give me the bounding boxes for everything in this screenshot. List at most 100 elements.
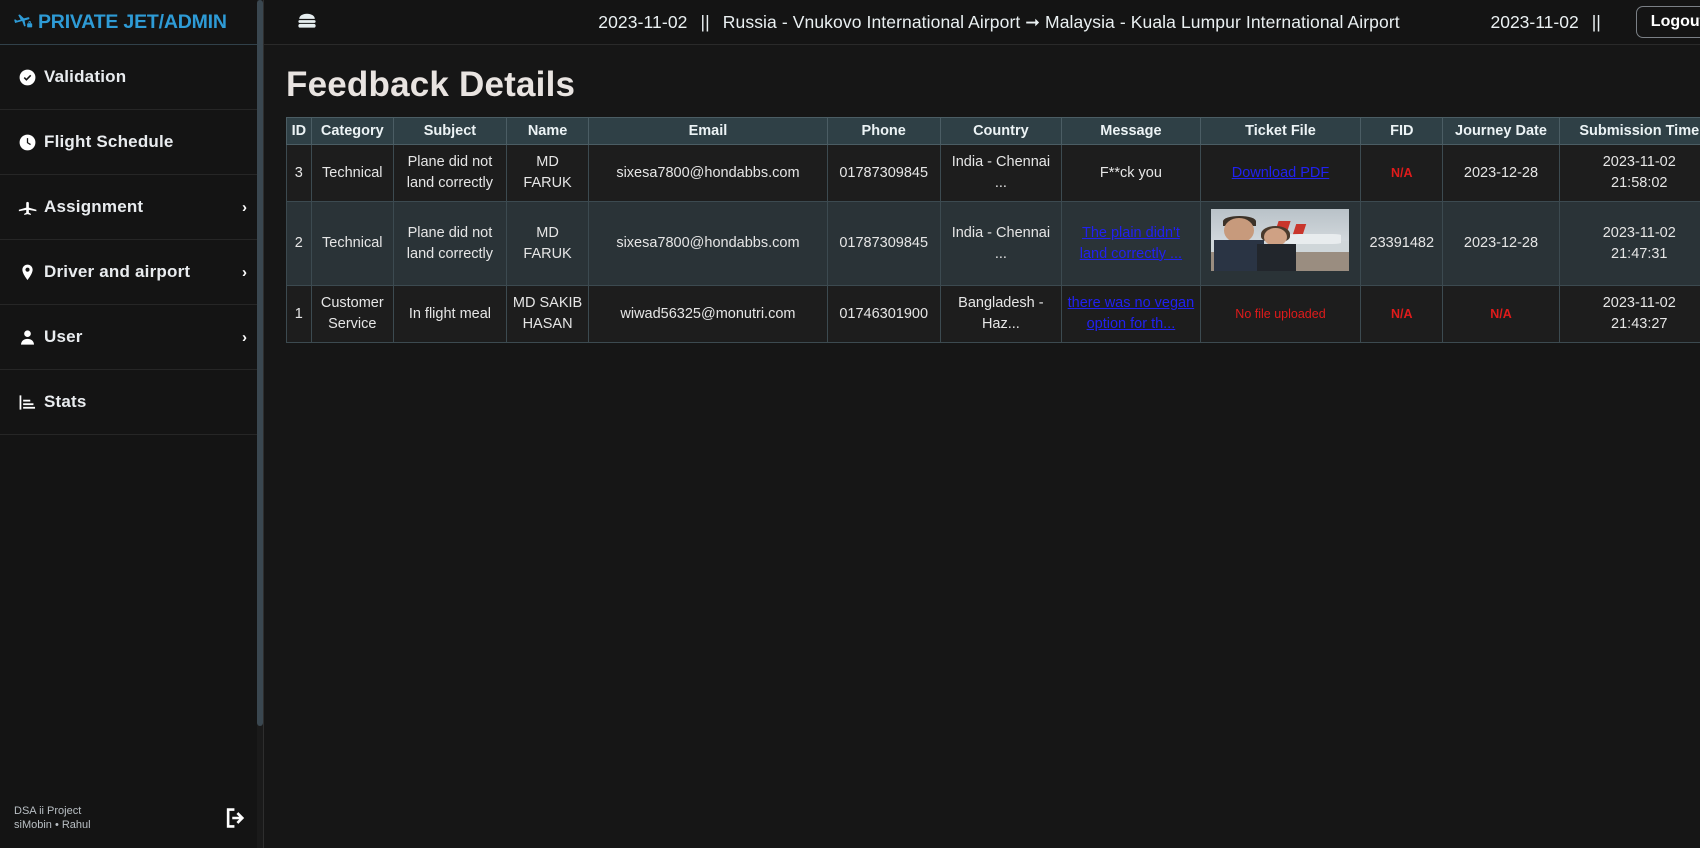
flight-route-banner: 2023-11-02 || Russia - Vnukovo Internati… [264,12,1700,33]
clock-icon [18,133,44,152]
cell-submission-time: 2023-11-02 21:43:27 [1558,285,1700,344]
column-header-fid[interactable]: FID [1360,117,1444,145]
sidebar-footer: DSA ii Project siMobin • Rahul [0,788,263,848]
cell-category: Technical [310,143,394,203]
cell-email: sixesa7800@hondabbs.com [588,143,828,203]
main-area: 2023-11-02 || Russia - Vnukovo Internati… [264,0,1700,848]
chevron-right-icon[interactable]: › [242,199,247,216]
column-header-submission-time[interactable]: Submission Time [1558,117,1700,145]
cell-email: sixesa7800@hondabbs.com [588,201,828,287]
sidebar-item-assignment[interactable]: Assignment › [0,175,263,240]
sidebar-item-driver-and-airport[interactable]: Driver and airport › [0,240,263,305]
cell-id: 1 [286,285,312,344]
bar-chart-icon [18,393,44,412]
column-header-subject[interactable]: Subject [392,117,507,145]
download-pdf-link[interactable]: Download PDF [1232,165,1330,181]
page-title: Feedback Details [286,65,576,104]
message-link[interactable]: there was no vegan option for th... [1068,295,1195,332]
sidebar-scrollbar-track[interactable] [257,0,263,848]
cell-fid: N/A [1360,143,1444,203]
column-header-category[interactable]: Category [310,117,394,145]
cell-message[interactable]: there was no vegan option for th... [1061,285,1201,344]
cell-country: Bangladesh - Haz... [939,285,1063,344]
cell-country: India - Chennai ... [939,143,1063,203]
cell-name: MD FARUK [505,143,590,203]
map-pin-icon [18,263,44,282]
content-area: Feedback Details ID Category Subject Nam… [264,45,1700,848]
column-header-journey-date[interactable]: Journey Date [1442,117,1560,145]
cell-phone: 01746301900 [826,285,941,344]
table-row[interactable]: 3 Technical Plane did not land correctly… [286,143,1700,203]
cell-ticket-file[interactable]: Download PDF [1199,143,1362,203]
cell-name: MD FARUK [505,201,590,287]
cell-fid: 23391482 [1360,201,1444,287]
sidebar-item-user[interactable]: User › [0,305,263,370]
sidebar-item-label: User [44,327,83,346]
column-header-phone[interactable]: Phone [826,117,941,145]
column-header-id[interactable]: ID [286,117,312,145]
cell-email: wiwad56325@monutri.com [588,285,828,344]
route-date-separator: || [700,11,710,32]
column-header-country[interactable]: Country [939,117,1063,145]
cell-journey-date: 2023-12-28 [1442,143,1560,203]
cell-phone: 01787309845 [826,201,941,287]
column-header-email[interactable]: Email [588,117,828,145]
route-date: 2023-11-02 [598,11,688,32]
table-row[interactable]: 2 Technical Plane did not land correctly… [286,201,1700,287]
sidebar-scrollbar-thumb[interactable] [257,0,263,726]
topbar-date: 2023-11-02 [1490,11,1579,32]
sidebar-item-label: Validation [44,67,127,86]
footer-authors: siMobin • Rahul [14,819,91,831]
column-header-ticket-file[interactable]: Ticket File [1199,117,1362,145]
cell-id: 3 [286,143,312,203]
column-header-name[interactable]: Name [505,117,590,145]
submission-clock: 21:43:27 [1611,316,1668,333]
sidebar-item-label: Driver and airport [44,262,191,281]
sidebar-item-validation[interactable]: Validation [0,45,263,110]
message-link[interactable]: The plain didn't land correctly ... [1080,225,1182,262]
cell-journey-date: 2023-12-28 [1442,201,1560,287]
table-row[interactable]: 1 Customer Service In flight meal MD SAK… [286,285,1700,344]
sidebar-item-label: Assignment [44,197,144,216]
cell-message: F**ck you [1061,143,1201,203]
chevron-right-icon[interactable]: › [242,264,247,281]
cell-category: Technical [310,201,394,287]
logout-button[interactable]: Logout [1635,6,1700,38]
sidebar-spacer [0,435,263,788]
cell-submission-time: 2023-11-02 21:47:31 [1558,201,1700,287]
cell-ticket-file[interactable] [1199,201,1362,287]
ticket-file-thumbnail[interactable] [1211,209,1350,272]
submission-clock: 21:47:31 [1611,245,1668,262]
cell-subject: Plane did not land correctly [392,201,507,287]
cell-phone: 01787309845 [826,143,941,203]
top-bar: 2023-11-02 || Russia - Vnukovo Internati… [264,0,1700,45]
submission-date: 2023-11-02 [1602,295,1676,312]
cell-subject: Plane did not land correctly [392,143,507,203]
logout-icon[interactable] [222,805,249,831]
cell-id: 2 [286,201,312,287]
cell-subject: In flight meal [392,285,507,344]
sidebar-item-stats[interactable]: Stats [0,370,263,435]
cell-journey-date: N/A [1442,285,1560,344]
chevron-right-icon[interactable]: › [242,329,247,346]
sidebar-item-label: Stats [44,392,87,411]
route-text: Russia - Vnukovo International Airport ➞… [722,11,1400,32]
plane-icon [18,197,44,218]
sidebar-item-flight-schedule[interactable]: Flight Schedule [0,110,263,175]
journey-date-na-badge: N/A [1490,306,1512,321]
hamburger-icon[interactable] [294,11,320,33]
plane-lock-icon [12,12,34,32]
no-file-uploaded-text: No file uploaded [1235,306,1326,321]
column-header-message[interactable]: Message [1061,117,1201,145]
cell-ticket-file: No file uploaded [1199,285,1362,344]
footer-project-name: DSA ii Project [14,805,82,817]
brand-logo[interactable]: PRIVATE JET/ADMIN [0,0,263,45]
top-bar-right: 2023-11-02 || Logout [1490,6,1700,38]
brand-title: PRIVATE JET/ADMIN [38,10,227,33]
cell-message[interactable]: The plain didn't land correctly ... [1061,201,1201,287]
submission-clock: 21:58:02 [1611,175,1668,192]
check-circle-icon [18,68,44,87]
submission-date: 2023-11-02 [1602,224,1676,241]
cell-submission-time: 2023-11-02 21:58:02 [1558,143,1700,203]
cell-country: India - Chennai ... [939,201,1063,287]
